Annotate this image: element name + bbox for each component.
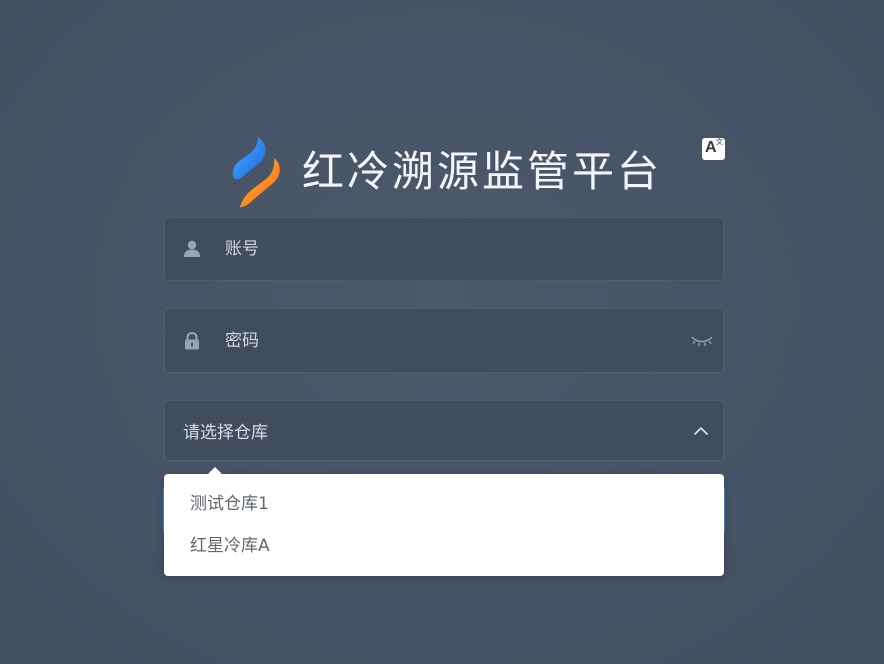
warehouse-option[interactable]: 红星冷库A <box>164 525 724 567</box>
translate-icon-secondary: 文 <box>716 138 723 146</box>
warehouse-dropdown: 测试仓库1 红星冷库A <box>164 467 724 576</box>
password-input[interactable] <box>225 309 685 372</box>
account-input[interactable] <box>225 218 685 280</box>
account-field[interactable] <box>164 217 724 281</box>
lock-icon <box>185 331 199 349</box>
header: 红冷溯源监管平台 <box>228 134 662 210</box>
warehouse-select-placeholder: 请选择仓库 <box>183 423 268 443</box>
translate-icon: A <box>705 139 717 156</box>
brand-logo-icon <box>232 137 280 208</box>
user-icon <box>184 240 200 257</box>
page-title: 红冷溯源监管平台 <box>302 147 663 196</box>
dropdown-arrow <box>208 467 222 474</box>
eye-closed-icon[interactable] <box>691 335 713 347</box>
password-field[interactable] <box>164 308 724 373</box>
chevron-up-icon <box>693 426 709 435</box>
warehouse-option[interactable]: 测试仓库1 <box>164 483 724 525</box>
language-switch-button[interactable]: A 文 <box>702 138 725 160</box>
warehouse-select[interactable]: 请选择仓库 <box>164 400 724 461</box>
